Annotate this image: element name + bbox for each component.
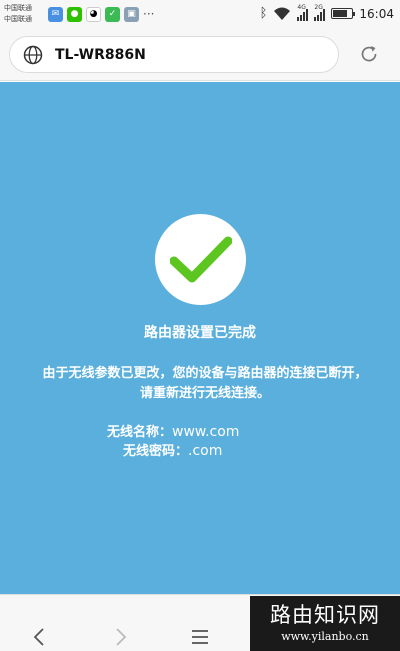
ssid-value: www.com	[172, 424, 240, 440]
address-bar[interactable]: TL-WR886N	[9, 36, 339, 73]
notification-icons: ✉ ● ◕ ✓ ▣ ···	[48, 7, 154, 22]
signal-4g-icon: 4G	[297, 3, 309, 21]
globe-icon	[23, 45, 43, 64]
ssid-row: 无线名称：www.com	[107, 423, 239, 442]
app-notification-icon: ✉	[48, 7, 63, 22]
site-watermark: 路由知识网 www.yilanbo.cn	[250, 596, 400, 651]
ssid-label: 无线名称：	[107, 425, 173, 440]
more-notifications-icon: ···	[143, 7, 155, 21]
network-label-2: 2G	[314, 3, 323, 11]
url-text: TL-WR886N	[55, 46, 146, 63]
password-row: 无线密码：.com	[123, 442, 222, 461]
signal-2g-icon: 2G	[314, 3, 326, 21]
system-indicators: ᛒ 4G 2G 16:04	[259, 3, 394, 22]
password-label: 无线密码：	[123, 444, 189, 459]
carrier-line-2: 中国联通	[4, 15, 32, 23]
back-icon[interactable]	[30, 627, 50, 647]
status-clock: 16:04	[359, 6, 394, 21]
network-label-1: 4G	[297, 3, 306, 11]
wifi-icon	[274, 7, 291, 20]
checkmark-icon	[169, 236, 232, 282]
battery-icon	[331, 8, 356, 19]
wechat-icon: ●	[67, 7, 82, 22]
forward-icon[interactable]	[110, 627, 130, 647]
router-setup-page: 路由器设置已完成 由于无线参数已更改，您的设备与路由器的连接已断开，请重新进行无…	[0, 82, 400, 594]
qq-icon: ◕	[86, 7, 101, 22]
reconnect-message: 由于无线参数已更改，您的设备与路由器的连接已断开，请重新进行无线连接。	[42, 366, 368, 401]
browser-toolbar: TL-WR886N	[0, 30, 400, 81]
watermark-url: www.yilanbo.cn	[281, 630, 369, 643]
completion-title: 路由器设置已完成	[144, 325, 256, 341]
bluetooth-icon: ᛒ	[259, 6, 268, 21]
watermark-title: 路由知识网	[270, 603, 380, 627]
menu-icon[interactable]	[190, 627, 210, 647]
password-value: .com	[188, 443, 223, 459]
reload-icon[interactable]	[359, 44, 379, 64]
carrier-line-1: 中国联通	[4, 4, 32, 12]
status-bar: 中国联通 中国联通 ✉ ● ◕ ✓ ▣ ··· ᛒ 4G 2G 16:04	[0, 0, 400, 30]
success-badge	[155, 214, 246, 305]
check-app-icon: ✓	[105, 7, 120, 22]
image-notification-icon: ▣	[124, 7, 139, 22]
carrier-info: 中国联通 中国联通	[4, 3, 32, 25]
